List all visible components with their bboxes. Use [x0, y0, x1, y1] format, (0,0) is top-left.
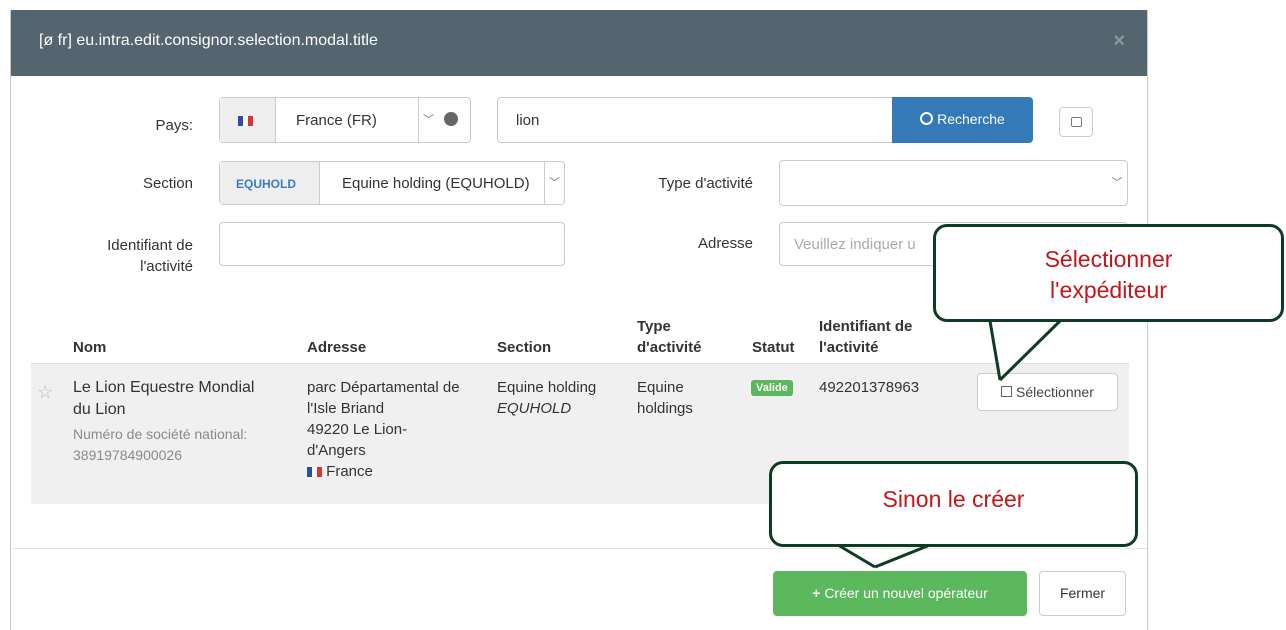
callout-create-text: Sinon le créer — [882, 486, 1025, 512]
callout-select-line1: Sélectionner — [1044, 246, 1173, 272]
callout-select: Sélectionner l'expéditeur — [933, 224, 1284, 322]
callout-create-pointer-2 — [874, 543, 931, 569]
callout-create: Sinon le créer — [769, 461, 1138, 547]
callout-select-pointer-2 — [988, 320, 1002, 381]
callout-create-pointer — [837, 543, 876, 569]
callout-select-line2: l'expéditeur — [1050, 277, 1167, 303]
